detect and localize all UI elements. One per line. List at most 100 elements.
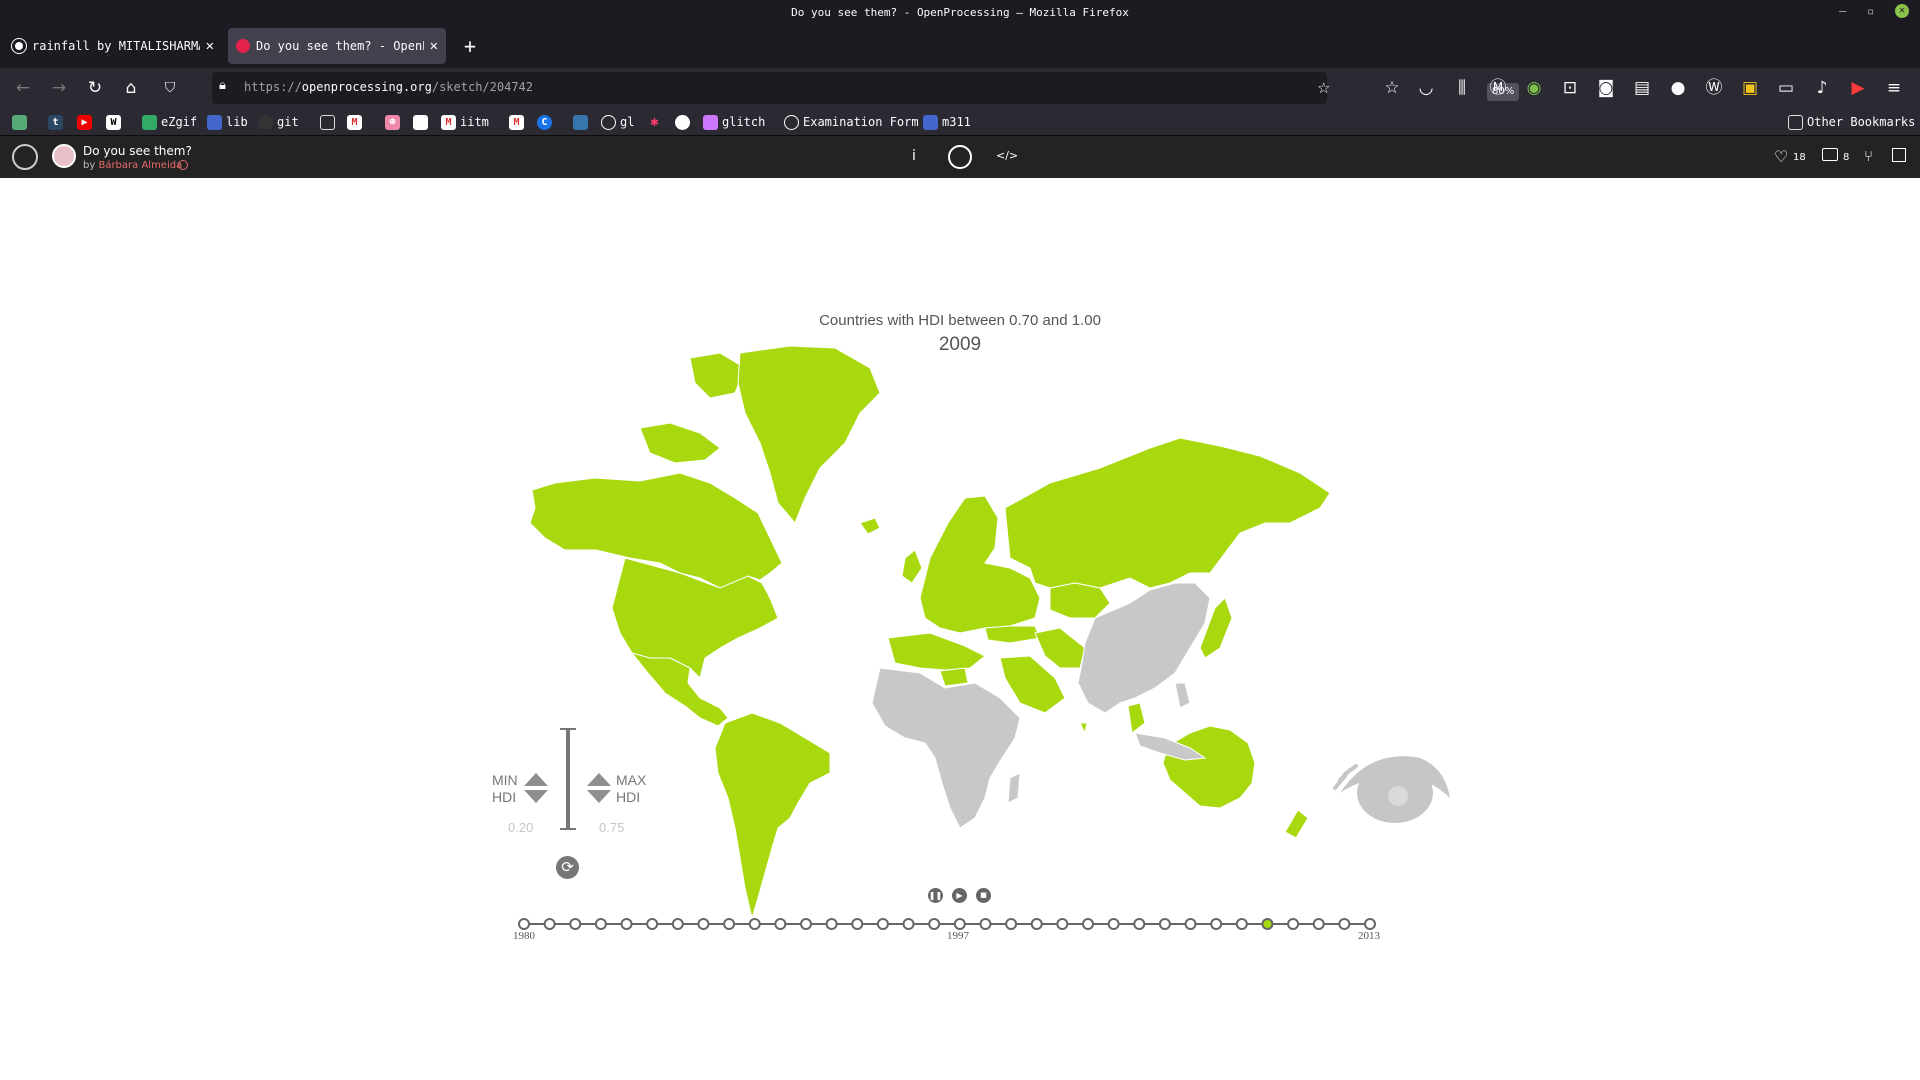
timeline-year-dot[interactable]	[671, 918, 684, 930]
restore-icon[interactable]: ▫	[1867, 4, 1874, 18]
timeline-year-dot[interactable]	[569, 918, 582, 930]
screenshot-icon[interactable]: ⊡	[1558, 76, 1582, 100]
url-text[interactable]: https://openprocessing.org/sketch/204742	[244, 80, 533, 94]
timeline-year-dot[interactable]	[594, 918, 607, 930]
timeline-year-dot[interactable]	[876, 918, 889, 930]
lock-icon[interactable]: 🔒︎	[219, 78, 226, 93]
bookmark-wikipedia-icon[interactable]: W	[106, 113, 125, 131]
timeline-year-dot[interactable]	[902, 918, 915, 930]
bookmark-gl[interactable]: gl	[601, 113, 634, 131]
bookmark-user-icon[interactable]	[12, 113, 31, 131]
timeline-year-dot[interactable]	[1107, 918, 1120, 930]
bookmark-gmail-icon[interactable]: M	[347, 113, 366, 131]
follow-icon[interactable]	[178, 160, 188, 170]
timeline-year-dot[interactable]	[1056, 918, 1069, 930]
extension-dot-icon[interactable]: ●	[1666, 76, 1690, 100]
timeline-year-dot[interactable]	[1005, 918, 1018, 930]
timeline-year-dot[interactable]	[1338, 918, 1351, 930]
bookmark-lib[interactable]: lib	[207, 113, 248, 131]
bookmark-m311[interactable]: m311	[923, 113, 971, 131]
close-tab-icon[interactable]: ✕	[206, 38, 214, 54]
bookmark-youtube-icon[interactable]: ▶	[77, 113, 96, 131]
tracking-shield-icon[interactable]: ⛉	[158, 76, 182, 100]
home-icon[interactable]: ⌂	[119, 76, 143, 100]
other-bookmarks[interactable]: Other Bookmarks	[1788, 113, 1915, 131]
tab-rainfall[interactable]: rainfall by MITALISHARMA1 ✕	[4, 28, 222, 64]
bookmark-page-icon[interactable]	[413, 113, 432, 131]
youtube-icon[interactable]: ▶	[1846, 76, 1870, 100]
extension-icon[interactable]: ◙	[1594, 76, 1618, 100]
back-icon[interactable]: ←	[11, 76, 35, 100]
info-button[interactable]: i	[912, 148, 916, 164]
heart-icon[interactable]: ♡	[1774, 147, 1788, 166]
restart-icon[interactable]	[948, 145, 972, 169]
timeline-year-dot[interactable]	[1364, 918, 1376, 930]
timeline-year-dot[interactable]	[1184, 918, 1197, 930]
close-window-icon[interactable]: ✕	[1895, 4, 1909, 18]
avatar[interactable]	[52, 144, 76, 168]
timeline-year-dot[interactable]	[1235, 918, 1248, 930]
timeline-year-dot[interactable]	[646, 918, 659, 930]
author-link[interactable]: Bárbara Almeida	[98, 160, 182, 171]
library-icon[interactable]: ⫼	[1450, 76, 1474, 100]
bookmark-gmail-icon[interactable]: M	[509, 113, 528, 131]
timeline-year-dot[interactable]	[1158, 918, 1171, 930]
bookmark-iitm[interactable]: Miitm	[441, 113, 489, 131]
extension-w-icon[interactable]: Ⓦ	[1702, 76, 1726, 100]
share-icon[interactable]	[1892, 148, 1906, 162]
reader-list-icon[interactable]: ☆	[1380, 76, 1404, 100]
reader-icon[interactable]: ▤	[1630, 76, 1654, 100]
timeline-year-dot[interactable]	[800, 918, 812, 930]
bookmark-glitch[interactable]: glitch	[703, 113, 765, 131]
extension-m-icon[interactable]: Ⓜ	[1486, 76, 1510, 100]
timeline-year-dot[interactable]	[774, 918, 787, 930]
bookmark-git[interactable]: git	[258, 113, 299, 131]
bookmark-star-icon[interactable]: ☆	[1317, 79, 1330, 97]
timeline-year-dot[interactable]	[1082, 918, 1094, 930]
timeline-year-dot[interactable]	[723, 918, 736, 930]
forward-icon[interactable]: →	[47, 76, 71, 100]
url-bar[interactable]: 🔒︎ https://openprocessing.org/sketch/204…	[212, 72, 1520, 104]
timeline-year-dot[interactable]	[1312, 918, 1325, 930]
menu-icon[interactable]: ≡	[1882, 76, 1906, 100]
code-button[interactable]: </>	[996, 149, 1018, 162]
timeline-year-dot[interactable]	[825, 918, 838, 930]
timeline-year-dot[interactable]	[953, 918, 966, 930]
chrome-icon[interactable]: ◉	[1522, 76, 1546, 100]
sketch-canvas[interactable]: Countries with HDI between 0.70 and 1.00…	[0, 178, 1920, 1080]
bookmark-c-icon[interactable]: C	[537, 113, 556, 131]
timeline-year-dot[interactable]	[518, 918, 530, 930]
bookmark-examination-form[interactable]: Examination Form	[784, 113, 919, 131]
extension-box-icon[interactable]: ▭	[1774, 76, 1798, 100]
bookmark-op-icon[interactable]	[675, 113, 694, 131]
timeline-year-dot[interactable]	[697, 918, 710, 930]
bookmark-tumblr-icon[interactable]: t	[48, 113, 67, 131]
fork-icon[interactable]: ⑂	[1864, 147, 1873, 165]
timeline-year-dot[interactable]	[979, 918, 992, 930]
timeline-year-dot[interactable]	[1030, 918, 1043, 930]
bookmark-ezgif[interactable]: eZgif	[142, 113, 197, 131]
timeline-year-dot[interactable]	[748, 918, 761, 930]
tab-do-you-see-them[interactable]: Do you see them? - OpenProcessing ✕	[228, 28, 446, 64]
timeline-year-dot[interactable]	[543, 918, 556, 930]
close-tab-icon[interactable]: ✕	[430, 38, 438, 54]
bookmark-face-icon[interactable]: ☻	[385, 113, 404, 131]
timeline-year-dot[interactable]	[928, 918, 941, 930]
bookmark-star-icon[interactable]: ✱	[647, 113, 666, 131]
year-timeline[interactable]	[0, 178, 1920, 1080]
extension-dv-icon[interactable]: ▣	[1738, 76, 1762, 100]
folder-icon[interactable]	[320, 113, 339, 131]
timeline-year-dot[interactable]	[1261, 918, 1274, 930]
reload-icon[interactable]: ↻	[83, 76, 107, 100]
new-tab-button[interactable]: +	[456, 28, 486, 64]
openprocessing-logo-icon[interactable]	[12, 144, 38, 170]
pocket-icon[interactable]: ◡	[1414, 76, 1438, 100]
minimize-icon[interactable]: –	[1839, 4, 1846, 18]
timeline-year-dot[interactable]	[851, 918, 864, 930]
timeline-year-dot[interactable]	[620, 918, 633, 930]
bookmark-python-icon[interactable]	[573, 113, 592, 131]
timeline-year-dot[interactable]	[1287, 918, 1300, 930]
timeline-year-dot[interactable]	[1210, 918, 1223, 930]
sound-icon[interactable]: ♪	[1810, 76, 1834, 100]
timeline-year-dot[interactable]	[1133, 918, 1146, 930]
